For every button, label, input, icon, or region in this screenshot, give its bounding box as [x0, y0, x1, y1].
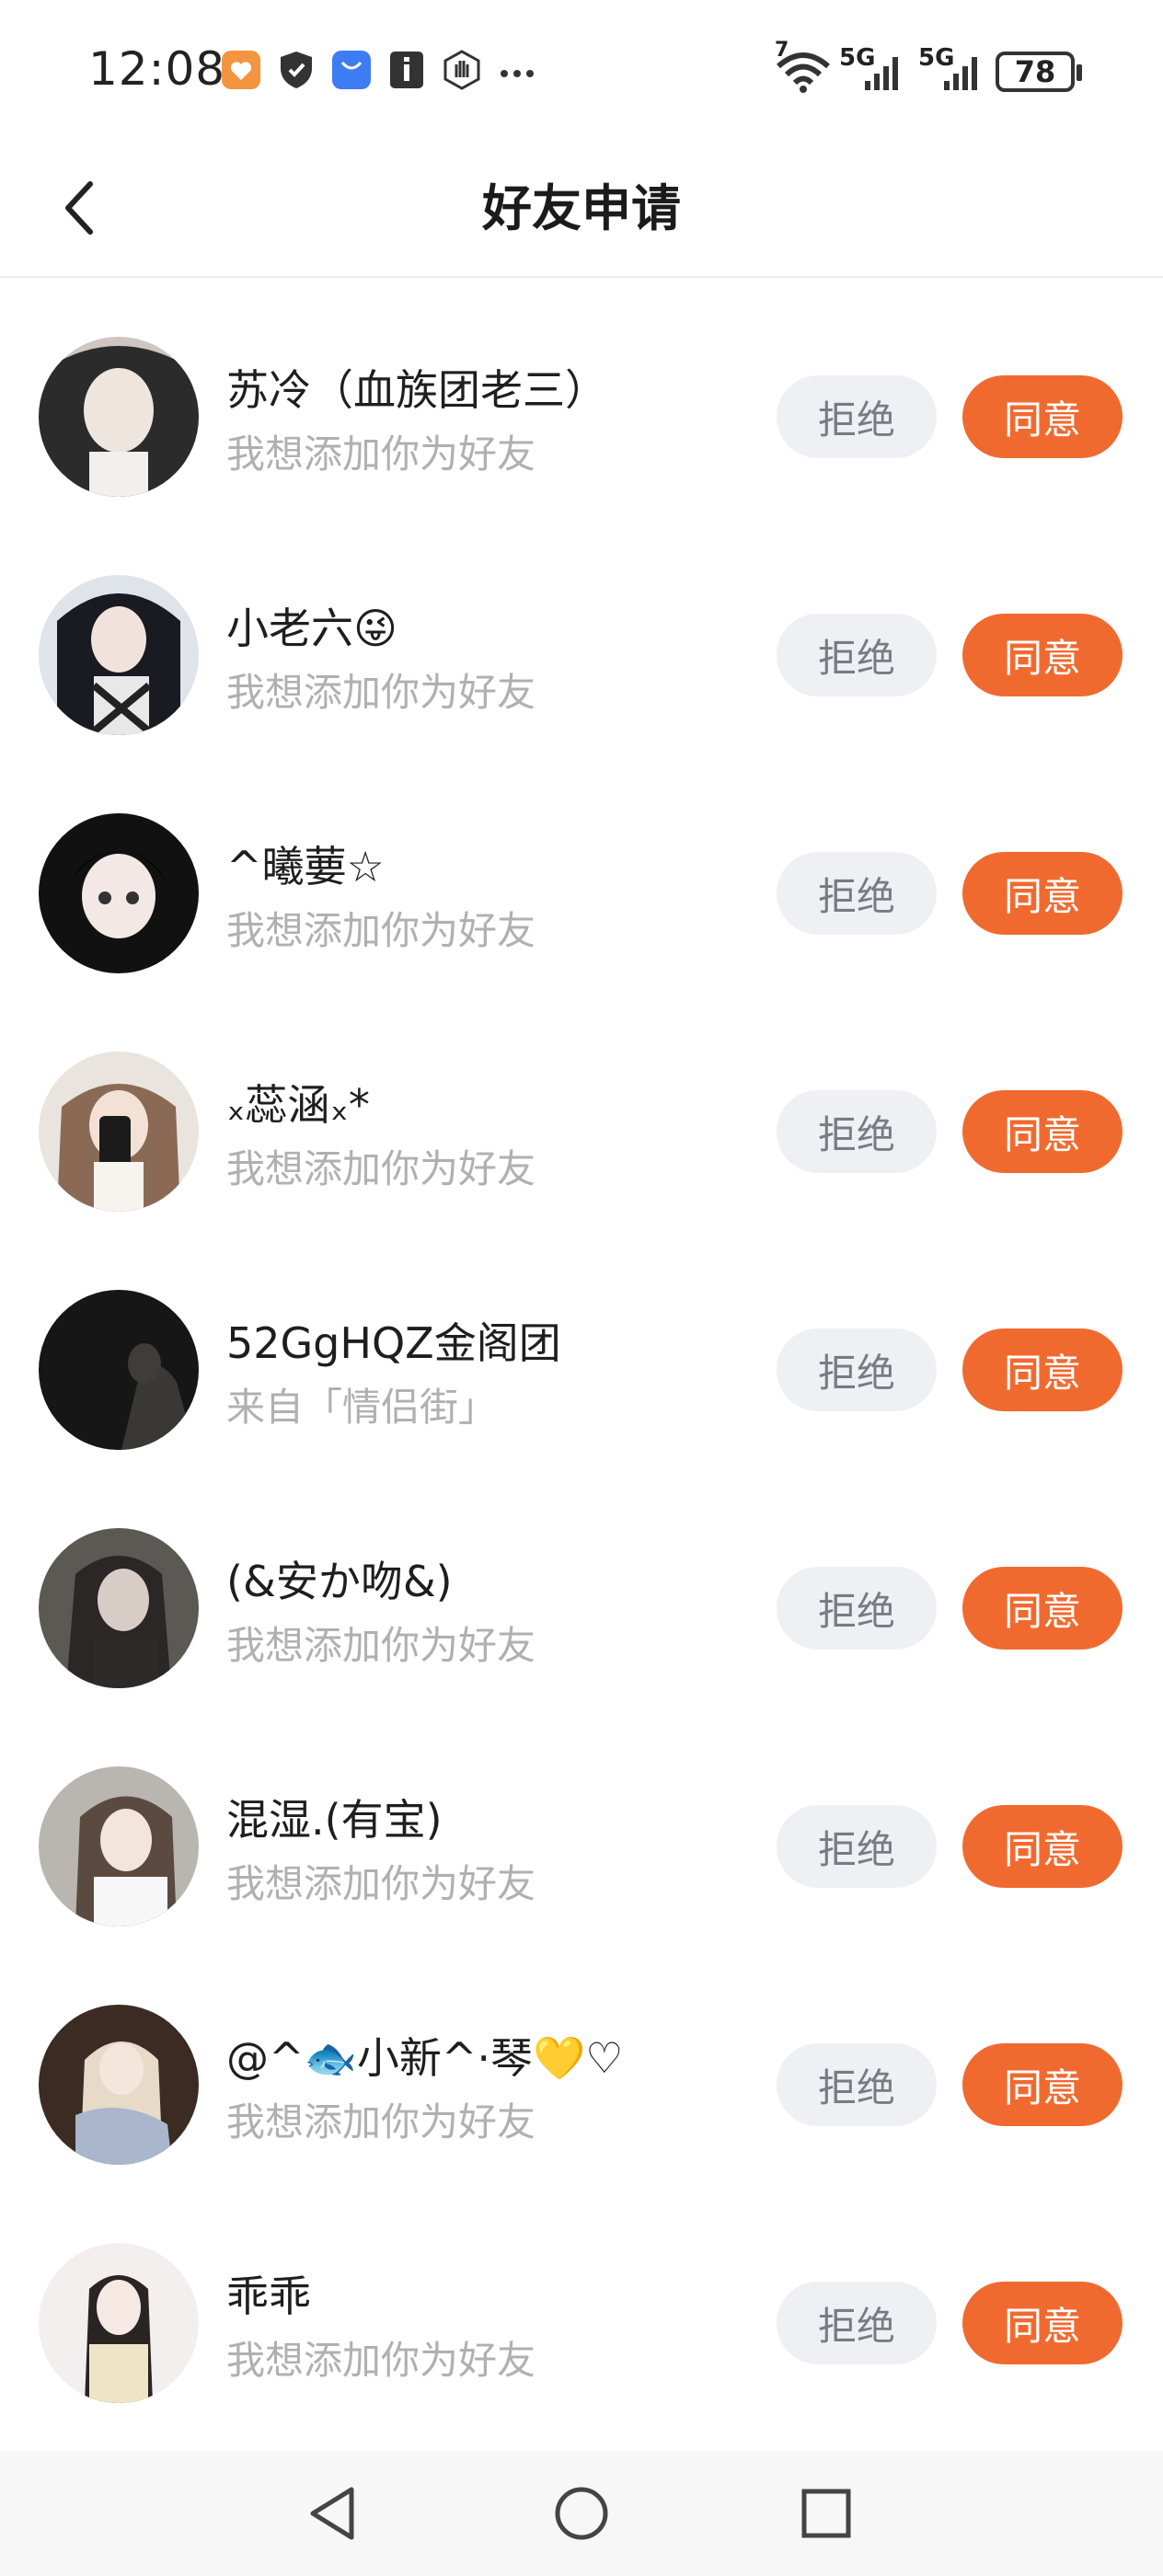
accept-button[interactable]: 同意 — [962, 2043, 1123, 2126]
battery-level: 78 — [1014, 54, 1056, 89]
accept-button[interactable]: 同意 — [962, 852, 1123, 935]
request-message: 我想添加你为好友 — [226, 1146, 536, 1191]
requester-name: (&安か吻&) — [226, 1557, 453, 1606]
request-message: 我想添加你为好友 — [226, 1623, 536, 1668]
avatar[interactable] — [39, 2005, 199, 2165]
home-circle-icon[interactable] — [543, 2475, 620, 2552]
hand-icon — [442, 50, 482, 90]
list-item: 52GgHQZ金阁团 来自「情侣街」 拒绝 同意 — [0, 1231, 1163, 1469]
shield-icon — [276, 50, 317, 90]
list-item: ^曦葽☆ 我想添加你为好友 拒绝 同意 — [0, 754, 1163, 993]
reject-button[interactable]: 拒绝 — [777, 614, 937, 696]
accept-button[interactable]: 同意 — [962, 2282, 1123, 2364]
reject-button[interactable]: 拒绝 — [777, 1805, 937, 1888]
status-bar: 12:08 7 5G 5G 78 — [0, 0, 1163, 138]
avatar[interactable] — [39, 337, 199, 497]
avatar[interactable] — [39, 813, 199, 973]
reject-button[interactable]: 拒绝 — [777, 375, 937, 458]
back-triangle-icon[interactable] — [294, 2475, 372, 2552]
avatar[interactable] — [39, 1290, 199, 1450]
requester-name: ₓ蕊涵ₓ* — [226, 1080, 370, 1130]
reject-button[interactable]: 拒绝 — [777, 1567, 937, 1650]
requester-name: 小老六😜 — [226, 604, 397, 653]
status-time: 12:08 — [88, 42, 226, 96]
signal-icon — [944, 50, 986, 96]
avatar[interactable] — [39, 1766, 199, 1926]
requester-name: 52GgHQZ金阁团 — [226, 1318, 561, 1368]
battery-icon: 78 — [996, 52, 1082, 92]
request-message: 我想添加你为好友 — [226, 2099, 536, 2145]
store-bag-icon — [331, 50, 372, 90]
reject-button[interactable]: 拒绝 — [777, 2043, 937, 2126]
requester-name: ^曦葽☆ — [226, 842, 385, 891]
page-header: 好友申请 — [0, 138, 1163, 278]
accept-button[interactable]: 同意 — [962, 375, 1123, 458]
request-message: 我想添加你为好友 — [226, 1861, 536, 1906]
accept-button[interactable]: 同意 — [962, 1328, 1123, 1411]
system-nav-bar — [0, 2451, 1163, 2576]
request-message: 我想添加你为好友 — [226, 431, 536, 477]
avatar[interactable] — [39, 575, 199, 735]
requester-name: 苏冷（血族团老三） — [226, 365, 607, 415]
request-message: 我想添加你为好友 — [226, 2338, 536, 2383]
avatar[interactable] — [39, 2243, 199, 2403]
more-dots-icon — [497, 50, 537, 90]
list-item: ₓ蕊涵ₓ* 我想添加你为好友 拒绝 同意 — [0, 993, 1163, 1231]
recents-square-icon[interactable] — [788, 2475, 865, 2552]
wifi-sup-label: 7 — [775, 39, 789, 62]
requester-name: 乖乖 — [226, 2271, 311, 2321]
avatar[interactable] — [39, 1052, 199, 1212]
request-message: 我想添加你为好友 — [226, 670, 536, 715]
accept-button[interactable]: 同意 — [962, 1090, 1123, 1173]
list-item: @^🐟小新^·琴💛♡ 我想添加你为好友 拒绝 同意 — [0, 1946, 1163, 2184]
accept-button[interactable]: 同意 — [962, 614, 1123, 696]
accept-button[interactable]: 同意 — [962, 1567, 1123, 1650]
page-title: 好友申请 — [482, 179, 681, 237]
requester-name: @^🐟小新^·琴💛♡ — [226, 2033, 624, 2083]
request-message: 来自「情侣街」 — [226, 1385, 498, 1430]
request-message: 我想添加你为好友 — [226, 908, 536, 953]
signal-icon — [865, 50, 907, 96]
app-orange-heart-icon — [221, 50, 261, 90]
list-item: (&安か吻&) 我想添加你为好友 拒绝 同意 — [0, 1469, 1163, 1708]
friend-request-list: 苏冷（血族团老三） 我想添加你为好友 拒绝 同意 小老六😜 我想添加你为好友 拒… — [0, 278, 1163, 2422]
reject-button[interactable]: 拒绝 — [777, 852, 937, 935]
reject-button[interactable]: 拒绝 — [777, 1090, 937, 1173]
list-item: 小老六😜 我想添加你为好友 拒绝 同意 — [0, 516, 1163, 754]
list-item: 混湿.(有宝) 我想添加你为好友 拒绝 同意 — [0, 1708, 1163, 1946]
avatar[interactable] — [39, 1528, 199, 1688]
reject-button[interactable]: 拒绝 — [777, 2282, 937, 2364]
info-icon — [386, 50, 427, 90]
list-item: 乖乖 我想添加你为好友 拒绝 同意 — [0, 2184, 1163, 2422]
requester-name: 混湿.(有宝) — [226, 1795, 443, 1845]
list-item: 苏冷（血族团老三） 我想添加你为好友 拒绝 同意 — [0, 278, 1163, 516]
reject-button[interactable]: 拒绝 — [777, 1328, 937, 1411]
accept-button[interactable]: 同意 — [962, 1805, 1123, 1888]
